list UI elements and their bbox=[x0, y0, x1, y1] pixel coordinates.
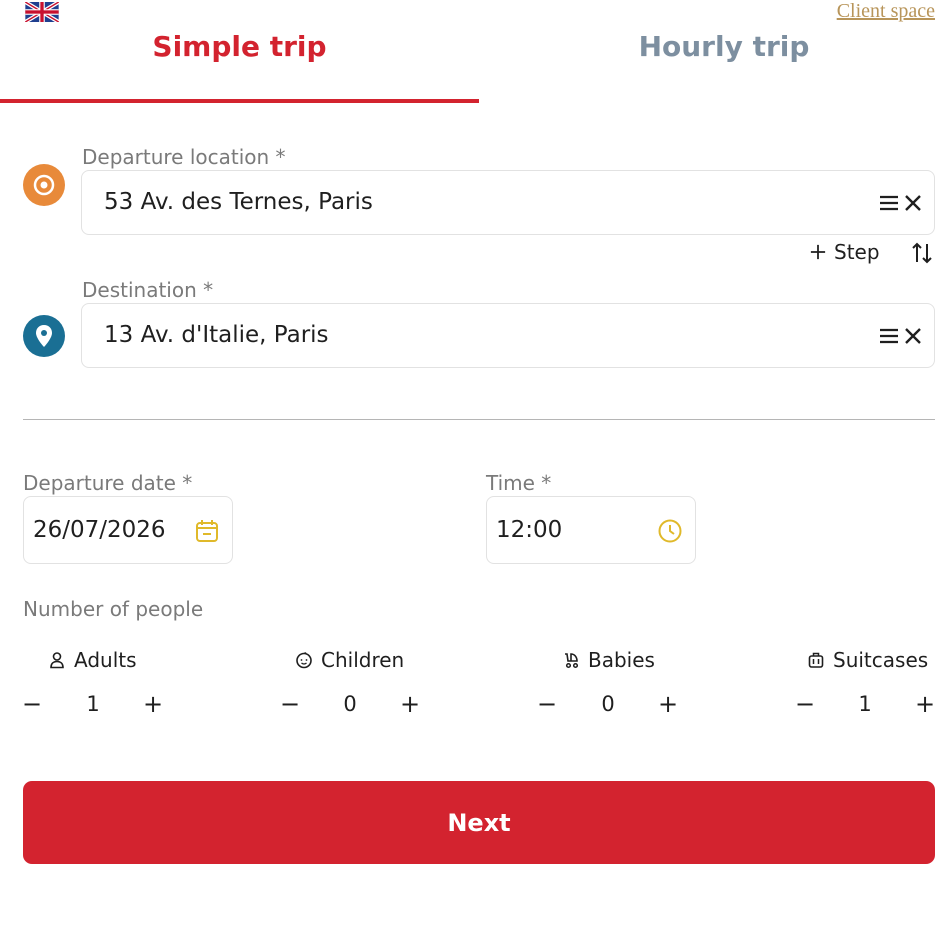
departure-value: 53 Av. des Ternes, Paris bbox=[104, 189, 373, 215]
origin-circle-icon bbox=[23, 164, 65, 206]
client-space-link[interactable]: Client space bbox=[837, 0, 935, 23]
suitcases-plus-button[interactable]: + bbox=[913, 690, 937, 718]
add-step-button[interactable]: Step bbox=[810, 240, 880, 264]
plus-icon bbox=[810, 244, 826, 260]
time-input[interactable]: 12:00 bbox=[486, 496, 696, 564]
child-face-icon bbox=[296, 652, 312, 669]
tab-hourly-trip[interactable]: Hourly trip bbox=[479, 30, 948, 63]
babies-minus-button[interactable]: − bbox=[535, 690, 559, 718]
babies-count: 0 bbox=[601, 692, 615, 716]
person-icon bbox=[50, 652, 64, 669]
suitcase-icon bbox=[808, 652, 824, 668]
departure-input[interactable]: 53 Av. des Ternes, Paris bbox=[81, 170, 935, 235]
destination-label: Destination * bbox=[82, 278, 214, 302]
clock-icon[interactable] bbox=[657, 518, 683, 544]
departure-date-input[interactable]: 26/07/2026 bbox=[23, 496, 233, 564]
stroller-icon bbox=[565, 653, 579, 669]
number-of-people-label: Number of people bbox=[23, 597, 204, 621]
close-icon[interactable] bbox=[902, 192, 924, 214]
time-label: Time * bbox=[486, 471, 552, 495]
adults-count: 1 bbox=[86, 692, 100, 716]
babies-plus-button[interactable]: + bbox=[656, 690, 680, 718]
section-divider bbox=[23, 419, 935, 420]
calendar-icon[interactable] bbox=[194, 518, 220, 544]
departure-label: Departure location * bbox=[82, 145, 286, 169]
adults-plus-button[interactable]: + bbox=[141, 690, 165, 718]
time-value: 12:00 bbox=[496, 517, 563, 543]
babies-text: Babies bbox=[588, 648, 655, 672]
trip-type-tabs: Simple trip Hourly trip bbox=[0, 22, 948, 104]
add-step-label: Step bbox=[834, 240, 880, 264]
destination-input[interactable]: 13 Av. d'Italie, Paris bbox=[81, 303, 935, 368]
close-icon[interactable] bbox=[902, 325, 924, 347]
suitcases-minus-button[interactable]: − bbox=[793, 690, 817, 718]
suitcases-text: Suitcases bbox=[833, 648, 929, 672]
children-text: Children bbox=[321, 648, 405, 672]
children-label: Children bbox=[295, 648, 404, 672]
suitcases-count: 1 bbox=[858, 692, 872, 716]
active-tab-indicator bbox=[0, 99, 479, 103]
babies-label: Babies bbox=[562, 648, 655, 672]
suitcases-label: Suitcases bbox=[807, 648, 928, 672]
destination-value: 13 Av. d'Italie, Paris bbox=[104, 322, 329, 348]
adults-text: Adults bbox=[74, 648, 137, 672]
map-pin-icon bbox=[23, 315, 65, 357]
children-plus-button[interactable]: + bbox=[398, 690, 422, 718]
departure-date-label: Departure date * bbox=[23, 471, 193, 495]
menu-icon[interactable] bbox=[878, 192, 900, 214]
tab-simple-trip[interactable]: Simple trip bbox=[0, 30, 479, 63]
swap-vertical-icon[interactable] bbox=[909, 240, 935, 266]
uk-flag-icon[interactable] bbox=[25, 2, 59, 22]
menu-icon[interactable] bbox=[878, 325, 900, 347]
departure-date-value: 26/07/2026 bbox=[33, 517, 166, 543]
children-minus-button[interactable]: − bbox=[278, 690, 302, 718]
next-button[interactable]: Next bbox=[23, 781, 935, 864]
adults-label: Adults bbox=[48, 648, 137, 672]
children-count: 0 bbox=[343, 692, 357, 716]
adults-minus-button[interactable]: − bbox=[20, 690, 44, 718]
